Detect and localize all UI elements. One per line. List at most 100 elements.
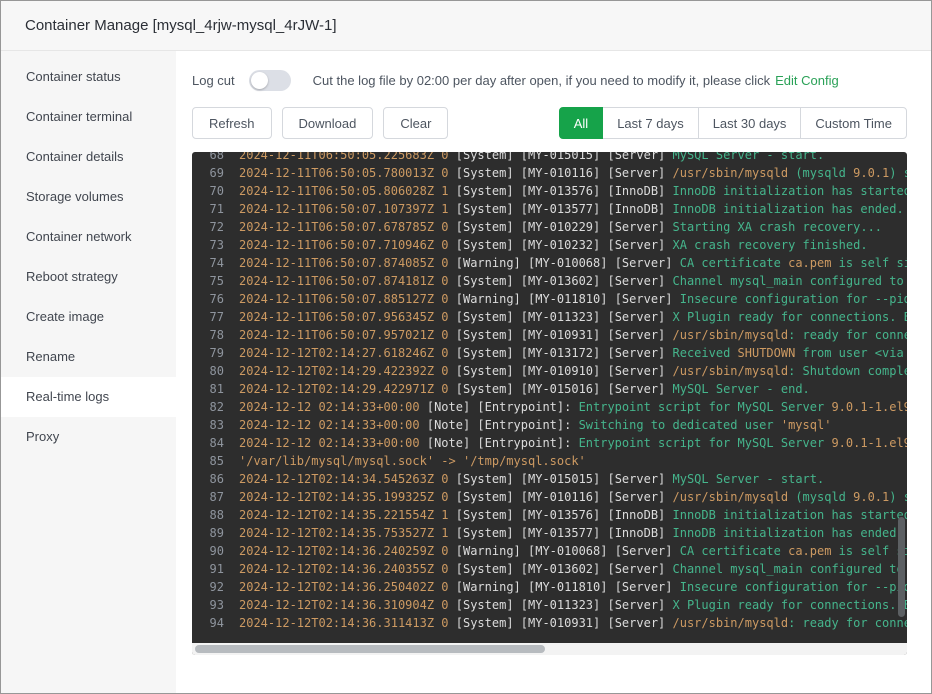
log-segment-msg: X Plugin ready for connections. Bind-add…: [672, 598, 908, 612]
log-segment-ts: 2024-12-12T02:14:36.311413Z 0: [239, 616, 456, 630]
log-segment-ts: 2024-12-11T06:50:07.678785Z 0: [239, 220, 456, 234]
log-text: 2024-12-12T02:14:36.240259Z 0 [Warning] …: [224, 542, 907, 560]
log-segment-meta: [Warning] [MY-011810] [Server]: [455, 580, 680, 594]
time-filter-custom-time[interactable]: Custom Time: [800, 107, 907, 139]
log-text: 2024-12-12T02:14:35.753527Z 1 [System] […: [224, 524, 907, 542]
log-segment-msg: InnoDB initialization has started.: [672, 184, 908, 198]
line-number: 91: [209, 562, 224, 576]
log-segment-msg: InnoDB initialization has ended.: [672, 526, 904, 540]
line-number: 79: [209, 346, 224, 360]
refresh-button[interactable]: Refresh: [192, 107, 272, 139]
log-text: 2024-12-12T02:14:36.310904Z 0 [System] […: [224, 596, 907, 614]
time-filter-last-7-days[interactable]: Last 7 days: [602, 107, 699, 139]
log-segment-msg: CA certificate: [679, 544, 789, 558]
line-number: 77: [209, 310, 224, 324]
sidebar: Container status Container terminal Contai…: [1, 51, 176, 693]
sidebar-item-container-network[interactable]: Container network: [1, 217, 176, 257]
sidebar-item-real-time-logs[interactable]: Real-time logs: [1, 377, 176, 417]
log-line: 81 2024-12-12T02:14:29.422971Z 0 [System]…: [192, 380, 907, 398]
log-cut-row: Log cut Cut the log file by 02:00 per da…: [192, 65, 907, 95]
sidebar-item-reboot-strategy[interactable]: Reboot strategy: [1, 257, 176, 297]
time-filter-last-30-days[interactable]: Last 30 days: [697, 107, 802, 139]
log-text: 2024-12-12 02:14:33+00:00 [Note] [Entryp…: [224, 434, 907, 452]
log-segment-msg: Received: [672, 346, 738, 360]
log-segment-ts: 2024-12-12T02:14:36.240355Z 0: [239, 562, 456, 576]
log-segment-meta: [System] [MY-015016] [Server]: [455, 382, 673, 396]
log-segment-hl: 9.0.1: [853, 166, 890, 180]
log-text: 2024-12-11T06:50:07.874181Z 0 [System] […: [224, 272, 907, 290]
sidebar-item-storage-volumes[interactable]: Storage volumes: [1, 177, 176, 217]
log-segment-msg: Switching to dedicated user: [578, 418, 781, 432]
log-segment-ts: 2024-12-12T02:14:36.240259Z 0: [239, 544, 456, 558]
sidebar-item-container-details[interactable]: Container details: [1, 137, 176, 177]
log-segment-hl: ca.pem: [788, 256, 832, 270]
line-number: 71: [209, 202, 224, 216]
log-segment-ts: 2024-12-11T06:50:07.957021Z 0: [239, 328, 456, 342]
clear-button[interactable]: Clear: [383, 107, 449, 139]
sidebar-item-container-terminal[interactable]: Container terminal: [1, 97, 176, 137]
sidebar-item-rename[interactable]: Rename: [1, 337, 176, 377]
log-segment-meta: [System] [MY-013172] [Server]: [455, 346, 673, 360]
log-segment-meta: [System] [MY-010232] [Server]: [455, 238, 673, 252]
log-segment-msg: Channel mysql_main configured to support…: [672, 274, 904, 288]
line-number: 72: [209, 220, 224, 234]
line-number: 78: [209, 328, 224, 342]
log-text: 2024-12-11T06:50:05.806028Z 1 [System] […: [224, 182, 907, 200]
log-text: 2024-12-11T06:50:07.957021Z 0 [System] […: [224, 326, 907, 344]
log-segment-msg: from user <via user signal>. Shutting do…: [802, 346, 904, 360]
log-segment-ts: 2024-12-12T02:14:35.753527Z 1: [239, 526, 456, 540]
log-segment-msg: ) starting as process 1: [889, 166, 907, 180]
log-segment-msg: Channel mysql_main configured to support…: [672, 562, 904, 576]
line-number: 87: [209, 490, 224, 504]
log-segment-msg: ) starting as process 1: [889, 490, 907, 504]
log-segment-meta: [System] [MY-013576] [InnoDB]: [455, 184, 673, 198]
log-segment-ts: 2024-12-12T02:14:35.221554Z 1: [239, 508, 456, 522]
log-segment-hl: 'mysql': [780, 418, 832, 432]
log-segment-msg: X Plugin ready for connections. Bind-add…: [672, 310, 908, 324]
download-button[interactable]: Download: [281, 107, 374, 139]
horizontal-scrollbar-thumb[interactable]: [195, 645, 545, 653]
log-segment-meta: [System] [MY-013602] [Server]: [455, 562, 673, 576]
log-line: 91 2024-12-12T02:14:36.240355Z 0 [System]…: [192, 560, 907, 578]
line-number: 94: [209, 616, 224, 630]
sidebar-item-container-status[interactable]: Container status: [1, 57, 176, 97]
log-segment-msg: (mysqld: [788, 490, 854, 504]
log-text: 2024-12-12T02:14:36.311413Z 0 [System] […: [224, 614, 907, 632]
line-number: 93: [209, 598, 224, 612]
line-number: 76: [209, 292, 224, 306]
log-segment-ts: 2024-12-11T06:50:05.780013Z 0: [239, 166, 456, 180]
log-line: 88 2024-12-12T02:14:35.221554Z 1 [System]…: [192, 506, 907, 524]
log-segment-meta: [System] [MY-013576] [InnoDB]: [455, 508, 673, 522]
time-filter-all[interactable]: All: [558, 107, 604, 139]
sidebar-item-create-image[interactable]: Create image: [1, 297, 176, 337]
line-number: 82: [209, 400, 224, 414]
log-segment-hl: /usr/sbin/mysqld: [672, 328, 789, 342]
log-viewer[interactable]: 68 2024-12-11T06:50:05.225683Z 0 [System]…: [192, 152, 907, 655]
toolbar-actions: Refresh Download Clear: [192, 107, 458, 139]
log-text: 2024-12-11T06:50:07.885127Z 0 [Warning] …: [224, 290, 907, 308]
edit-config-link[interactable]: Edit Config: [775, 73, 839, 88]
log-segment-ts: 2024-12-11T06:50:07.874085Z 0: [239, 256, 456, 270]
line-number: 92: [209, 580, 224, 594]
title-bar: Container Manage [mysql_4rjw-mysql_4rJW-…: [1, 1, 931, 51]
line-number: 83: [209, 418, 224, 432]
log-text: 2024-12-12T02:14:36.250402Z 0 [Warning] …: [224, 578, 907, 596]
log-line: 84 2024-12-12 02:14:33+00:00 [Note] [Entr…: [192, 434, 907, 452]
horizontal-scrollbar[interactable]: [192, 643, 907, 655]
line-number: 86: [209, 472, 224, 486]
log-line: 85 '/var/lib/mysql/mysql.sock' -> '/tmp/m…: [192, 452, 907, 470]
log-segment-meta: [System] [MY-015015] [Server]: [455, 472, 673, 486]
log-segment-hl: '/var/lib/mysql/mysql.sock' -> '/tmp/mys…: [239, 454, 586, 468]
log-segment-ts: 2024-12-11T06:50:07.874181Z 0: [239, 274, 456, 288]
log-segment-meta: [Warning] [MY-011810] [Server]: [455, 292, 680, 306]
log-line: 86 2024-12-12T02:14:34.545263Z 0 [System]…: [192, 470, 907, 488]
log-segment-ts: 2024-12-12T02:14:29.422392Z 0: [239, 364, 456, 378]
log-cut-toggle[interactable]: [248, 69, 291, 91]
log-segment-ts: 2024-12-11T06:50:07.956345Z 0: [239, 310, 456, 324]
log-text: 2024-12-11T06:50:07.874085Z 0 [Warning] …: [224, 254, 907, 272]
vertical-scrollbar-thumb[interactable]: [898, 517, 905, 617]
log-segment-msg: is self signed.: [838, 544, 907, 558]
sidebar-item-proxy[interactable]: Proxy: [1, 417, 176, 457]
log-text: 2024-12-11T06:50:05.225683Z 0 [System] […: [224, 152, 907, 164]
line-number: 69: [209, 166, 224, 180]
